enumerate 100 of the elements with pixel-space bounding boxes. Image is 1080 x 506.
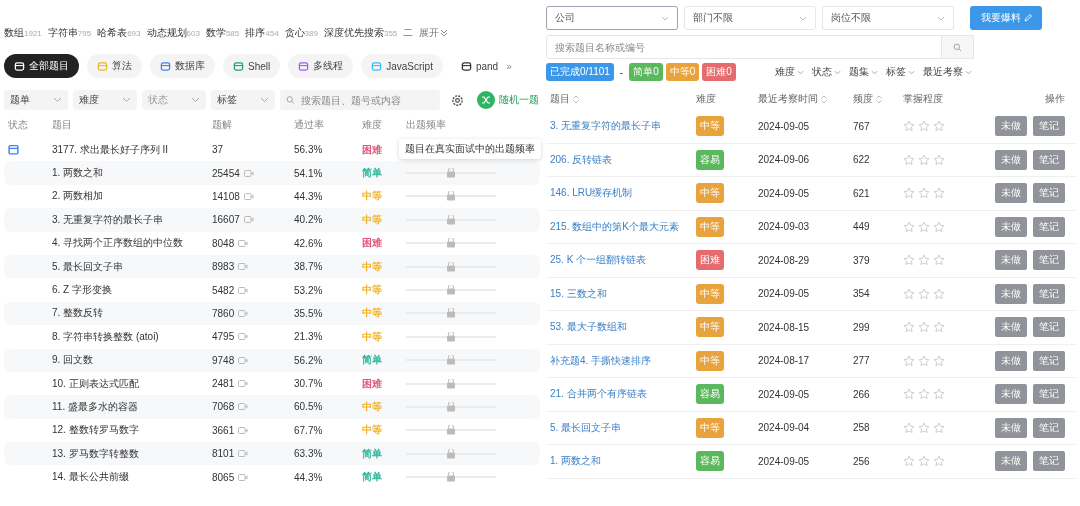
question-title[interactable]: 14. 最长公共前缀 <box>52 470 212 485</box>
table-row[interactable]: 13. 罗马数字转整数 8101 63.3% 简单 <box>4 442 540 466</box>
topic-tag[interactable]: 哈希表693 <box>97 26 141 40</box>
star-icon[interactable] <box>933 254 945 267</box>
video-icon[interactable] <box>238 286 249 294</box>
calendar-icon[interactable] <box>8 144 19 156</box>
select-dropdown[interactable]: 公司 <box>546 6 678 30</box>
video-icon[interactable] <box>238 380 249 388</box>
scroll-right-button[interactable]: » <box>506 60 512 72</box>
sort-icon[interactable] <box>821 94 827 104</box>
category-tab[interactable]: pand <box>450 54 499 78</box>
star-icon[interactable] <box>918 321 930 334</box>
video-icon[interactable] <box>243 169 254 177</box>
star-icon[interactable] <box>918 220 930 233</box>
table-row[interactable]: 11. 盛最多水的容器 7068 60.5% 中等 <box>4 395 540 419</box>
category-tab[interactable]: 数据库 <box>150 54 215 78</box>
star-icon[interactable] <box>933 421 945 434</box>
question-link[interactable]: 146. LRU缓存机制 <box>550 186 633 201</box>
star-icon[interactable] <box>903 321 915 334</box>
category-tab[interactable]: 多线程 <box>288 54 354 78</box>
category-tab[interactable]: Shell <box>223 54 281 78</box>
question-title[interactable]: 1. 两数之和 <box>52 166 212 181</box>
star-icon[interactable] <box>933 321 945 334</box>
category-tab[interactable]: JavaScript <box>361 54 443 78</box>
star-icon[interactable] <box>903 354 915 367</box>
table-row[interactable]: 8. 字符串转换整数 (atoi) 4795 21.3% 中等 <box>4 325 540 349</box>
table-row[interactable]: 6. Z 字形变换 5482 53.2% 中等 <box>4 278 540 302</box>
question-link[interactable]: 25. K 个一组翻转链表 <box>550 253 647 268</box>
table-row[interactable]: 9. 回文数 9748 56.2% 简单 <box>4 348 540 372</box>
star-icon[interactable] <box>903 120 915 133</box>
topic-tag[interactable]: 二 <box>403 26 414 40</box>
select-dropdown[interactable]: 岗位不限 <box>822 6 954 30</box>
question-link[interactable]: 5. 最长回文子串 <box>550 420 622 435</box>
category-tab[interactable]: 算法 <box>87 54 142 78</box>
star-icon[interactable] <box>903 153 915 166</box>
star-icon[interactable] <box>933 354 945 367</box>
star-icon[interactable] <box>903 287 915 300</box>
window-icon[interactable] <box>460 60 472 72</box>
random-question-button[interactable]: 随机一题 <box>477 91 539 109</box>
star-icon[interactable] <box>933 153 945 166</box>
question-title[interactable]: 8. 字符串转换整数 (atoi) <box>52 329 212 344</box>
filter-dropdown[interactable]: 标签 <box>211 90 275 110</box>
chevron-down-icon[interactable] <box>796 69 804 75</box>
question-title[interactable]: 4. 寻找两个正序数组的中位数 <box>52 236 212 251</box>
table-row[interactable]: 2. 两数相加 14108 44.3% 中等 <box>4 184 540 209</box>
filter-dropdown[interactable]: 状态 <box>811 65 841 79</box>
table-row[interactable]: 3. 无重复字符的最长子串 16607 40.2% 中等 <box>4 208 540 232</box>
double-chevron-icon[interactable] <box>440 29 449 37</box>
star-icon[interactable] <box>933 220 945 233</box>
question-title[interactable]: 13. 罗马数字转整数 <box>52 446 212 461</box>
table-row[interactable]: 4. 寻找两个正序数组的中位数 8048 42.6% 困难 <box>4 231 540 255</box>
search-button[interactable] <box>942 35 974 59</box>
question-title[interactable]: 12. 整数转罗马数字 <box>52 423 212 438</box>
question-title[interactable]: 11. 盛最多水的容器 <box>52 400 212 414</box>
search-icon[interactable] <box>953 42 962 52</box>
topic-tag[interactable]: 贪心389 <box>284 26 318 40</box>
question-title[interactable]: 2. 两数相加 <box>52 189 212 204</box>
table-row[interactable]: 1. 两数之和 25454 54.1% 简单 <box>4 161 540 185</box>
chevron-down-icon[interactable] <box>937 15 945 21</box>
star-icon[interactable] <box>918 120 930 133</box>
star-icon[interactable] <box>903 220 915 233</box>
video-icon[interactable] <box>238 403 249 411</box>
chevron-down-icon[interactable] <box>799 15 807 21</box>
filter-dropdown[interactable]: 难度 <box>73 90 137 110</box>
filter-dropdown[interactable]: 最近考察 <box>922 65 972 79</box>
question-link[interactable]: 21. 合并两个有序链表 <box>550 387 647 402</box>
question-title[interactable]: 5. 最长回文子串 <box>52 259 212 274</box>
star-icon[interactable] <box>918 455 930 468</box>
topic-tag[interactable]: 排序454 <box>245 26 279 40</box>
question-title[interactable]: 9. 回文数 <box>52 353 212 368</box>
chevron-down-icon[interactable] <box>122 97 131 103</box>
search-field[interactable]: 搜索题目名称或编号 <box>546 35 942 59</box>
question-link[interactable]: 206. 反转链表 <box>550 152 613 167</box>
shuffle-icon[interactable] <box>477 91 495 109</box>
filter-dropdown[interactable]: 难度 <box>774 65 804 79</box>
video-icon[interactable] <box>238 333 249 341</box>
star-icon[interactable] <box>933 120 945 133</box>
star-icon[interactable] <box>933 187 945 200</box>
topic-tag[interactable]: 深度优先搜索355 <box>323 26 398 40</box>
star-icon[interactable] <box>903 388 915 401</box>
star-icon[interactable] <box>903 187 915 200</box>
expand-button[interactable]: 展开 <box>419 26 449 40</box>
question-link[interactable]: 补充题4. 手撕快速排序 <box>550 353 652 368</box>
filter-dropdown[interactable]: 题单 <box>4 90 68 110</box>
video-icon[interactable] <box>238 239 249 247</box>
question-title[interactable]: 3177. 求出最长好子序列 II <box>52 142 212 157</box>
chevron-down-icon[interactable] <box>870 69 878 75</box>
table-row[interactable]: 12. 整数转罗马数字 3661 67.7% 中等 <box>4 418 540 443</box>
chevron-down-icon[interactable] <box>964 69 972 75</box>
star-icon[interactable] <box>918 354 930 367</box>
star-icon[interactable] <box>903 455 915 468</box>
question-title[interactable]: 10. 正则表达式匹配 <box>52 376 212 391</box>
question-link[interactable]: 3. 无重复字符的最长子串 <box>550 119 662 134</box>
category-tab[interactable]: 全部题目 <box>4 54 79 78</box>
chevron-down-icon[interactable] <box>661 15 669 21</box>
question-link[interactable]: 1. 两数之和 <box>550 454 602 469</box>
star-icon[interactable] <box>933 455 945 468</box>
video-icon[interactable] <box>238 263 249 271</box>
star-icon[interactable] <box>933 287 945 300</box>
filter-dropdown[interactable]: 标签 <box>885 65 915 79</box>
